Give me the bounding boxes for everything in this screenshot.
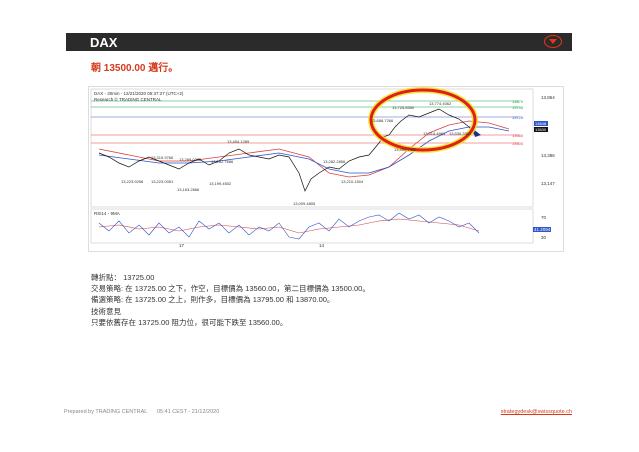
headline: 朝 13500.00 邁行。	[91, 63, 179, 74]
comment-line: 只要依舊存在 13725.00 阻力位，很可能下跌至 13560.00。	[91, 317, 288, 327]
level-tag: 13630	[535, 127, 547, 132]
comment-heading: 技術意見	[91, 306, 121, 316]
price-label: 13,163.2666	[177, 187, 200, 192]
x-axis-label: 17	[179, 243, 185, 248]
chart-title: DAX - 30min - 12/21/2020 05:37:27 (UTC+2…	[94, 91, 184, 96]
section-header-bar: DAX	[66, 33, 572, 51]
axis-label: 70	[541, 215, 547, 220]
footer-prepared: Prepared by TRADING CENTRAL	[64, 409, 148, 415]
level-tag: 13870	[512, 99, 524, 104]
pivot-line: 轉折點： 13725.00	[91, 273, 155, 282]
level-tag: 13725	[512, 115, 524, 120]
alternative-line: 備選策略: 在 13725.00 之上，則作多，目標價為 13795.00 和 …	[91, 295, 335, 305]
collapse-toggle-icon[interactable]	[544, 35, 562, 48]
chart-svg: DAX - 30min - 12/21/2020 05:37:27 (UTC+2…	[90, 87, 555, 248]
chart-source: Research © TRADING CENTRAL	[94, 96, 162, 102]
indicator-label: RSI14 - 9MA	[94, 211, 120, 216]
price-label: 13,210.1504	[341, 179, 364, 184]
analysis-text: 轉折點： 13725.00 交易策略: 在 13725.00 之下，作空，目標價…	[91, 272, 370, 328]
axis-label: 13,386	[541, 153, 555, 158]
axis-label: 41.2094	[534, 227, 551, 232]
footer-datetime: 05:41 CEST - 21/12/2020	[157, 409, 220, 415]
x-axis-label: 14	[319, 243, 325, 248]
strategy-line: 交易策略: 在 13725.00 之下，作空，目標價為 13560.00，第二目…	[91, 284, 370, 294]
axis-label: 13,864	[541, 95, 555, 100]
price-label: 13,009.4805	[293, 201, 316, 206]
price-label: 13,686.7266	[371, 118, 394, 123]
level-tag: 13500	[512, 141, 524, 146]
level-tag: 13648	[535, 121, 547, 126]
price-chart: DAX - 30min - 12/21/2020 05:37:27 (UTC+2…	[88, 86, 564, 252]
price-label: 13,282.2856	[323, 159, 346, 164]
price-label: 13,499.7402	[394, 147, 417, 152]
price-label: 13,223.9258	[121, 179, 144, 184]
price-label: 13,530.3301	[449, 131, 472, 136]
price-label: 13,289.0302	[179, 157, 202, 162]
price-label: 13,282.7686	[211, 159, 234, 164]
price-label: 13,223.0051	[151, 179, 174, 184]
section-title: DAX	[90, 35, 118, 50]
price-label: 13,725.8350	[392, 105, 415, 110]
axis-label: 13,147	[541, 181, 555, 186]
axis-label: 30	[541, 235, 547, 240]
level-tag: 13795	[512, 105, 524, 110]
price-label: 13,614.4961	[423, 131, 446, 136]
level-tag: 13560	[512, 133, 524, 138]
price-label: 13,315.9766	[151, 155, 174, 160]
footer-email-link[interactable]: strategydesk@swissquote.ch	[501, 409, 572, 415]
price-label: 13,199.4502	[209, 181, 232, 186]
price-label: 13,454.1289	[227, 139, 250, 144]
price-label: 13,774.4062	[429, 101, 452, 106]
